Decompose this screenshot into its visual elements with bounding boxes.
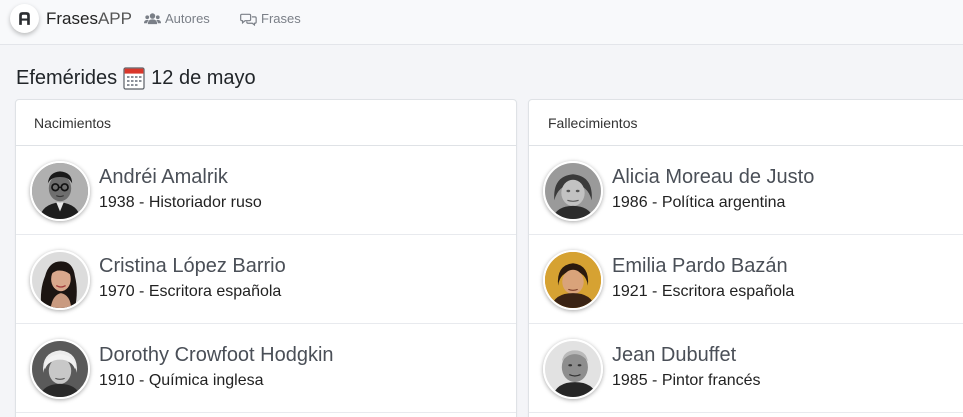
person-name[interactable]: Jean Dubuffet (612, 344, 736, 367)
comments-icon (240, 13, 257, 26)
nav-link-autores-label: Autores (165, 11, 210, 26)
list-item[interactable]: Andréi Amalrik 1938 - Historiador ruso (16, 146, 516, 235)
person-description: 1921 - Escritora española (612, 283, 795, 300)
list-item[interactable]: Alicia Moreau de Justo 1986 - Política a… (529, 146, 963, 235)
person-description: 1910 - Química inglesa (99, 372, 264, 389)
avatar[interactable] (30, 250, 90, 310)
births-card-header: Nacimientos (16, 100, 516, 146)
person-description: 1986 - Política argentina (612, 194, 786, 211)
app-logo-icon[interactable] (10, 4, 39, 33)
avatar[interactable] (543, 161, 603, 221)
person-description: 1938 - Historiador ruso (99, 194, 262, 211)
person-description: 1970 - Escritora española (99, 283, 282, 300)
brand-name[interactable]: FrasesAPP (46, 9, 132, 29)
deaths-card: Fallecimientos Alicia Moreau de Justo 19… (528, 99, 963, 417)
nav-link-frases-label: Frases (261, 11, 301, 26)
person-name[interactable]: Andréi Amalrik (99, 166, 228, 189)
list-item[interactable]: Emilia Pardo Bazán 1921 - Escritora espa… (529, 235, 963, 324)
person-description: 1985 - Pintor francés (612, 372, 761, 389)
avatar[interactable] (543, 339, 603, 399)
list-item[interactable]: Jean Dubuffet 1985 - Pintor francés (529, 324, 963, 413)
person-name[interactable]: Cristina López Barrio (99, 255, 286, 278)
list-item[interactable]: Cristina López Barrio 1970 - Escritora e… (16, 235, 516, 324)
person-name[interactable]: Dorothy Crowfoot Hodgkin (99, 344, 334, 367)
avatar[interactable] (543, 250, 603, 310)
users-icon (144, 12, 161, 24)
nav-link-frases[interactable]: Frases (240, 11, 301, 26)
page-title: Efemérides 12 de mayo (16, 67, 256, 90)
births-card: Nacimientos Andréi Amalrik 1938 - Histor… (15, 99, 517, 417)
avatar[interactable] (30, 161, 90, 221)
page-title-date: 12 de mayo (151, 67, 256, 89)
list-item[interactable]: Dorothy Crowfoot Hodgkin 1910 - Química … (16, 324, 516, 413)
brand-name-light: APP (97, 9, 132, 28)
brand-name-strong: Frases (46, 9, 98, 28)
nav-link-autores[interactable]: Autores (144, 11, 210, 26)
deaths-card-header: Fallecimientos (529, 100, 963, 146)
avatar[interactable] (30, 339, 90, 399)
person-name[interactable]: Alicia Moreau de Justo (612, 166, 814, 189)
calendar-icon (123, 67, 145, 90)
person-name[interactable]: Emilia Pardo Bazán (612, 255, 788, 278)
page-title-text: Efemérides (16, 67, 118, 89)
navbar: FrasesAPP Autores Frases (0, 0, 963, 45)
